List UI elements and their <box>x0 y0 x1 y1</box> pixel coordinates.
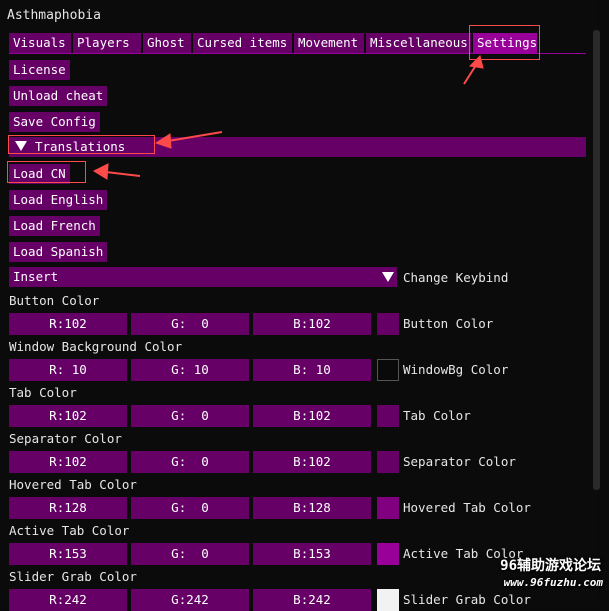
arrow-icon <box>463 55 484 85</box>
arrow-icon <box>92 163 141 180</box>
watermark-title: 96辅助游戏论坛 <box>500 558 601 574</box>
annotation-arrows <box>92 55 484 180</box>
arrow-icon <box>154 131 223 149</box>
watermark-url: www.96fuzhu.com <box>503 576 603 589</box>
